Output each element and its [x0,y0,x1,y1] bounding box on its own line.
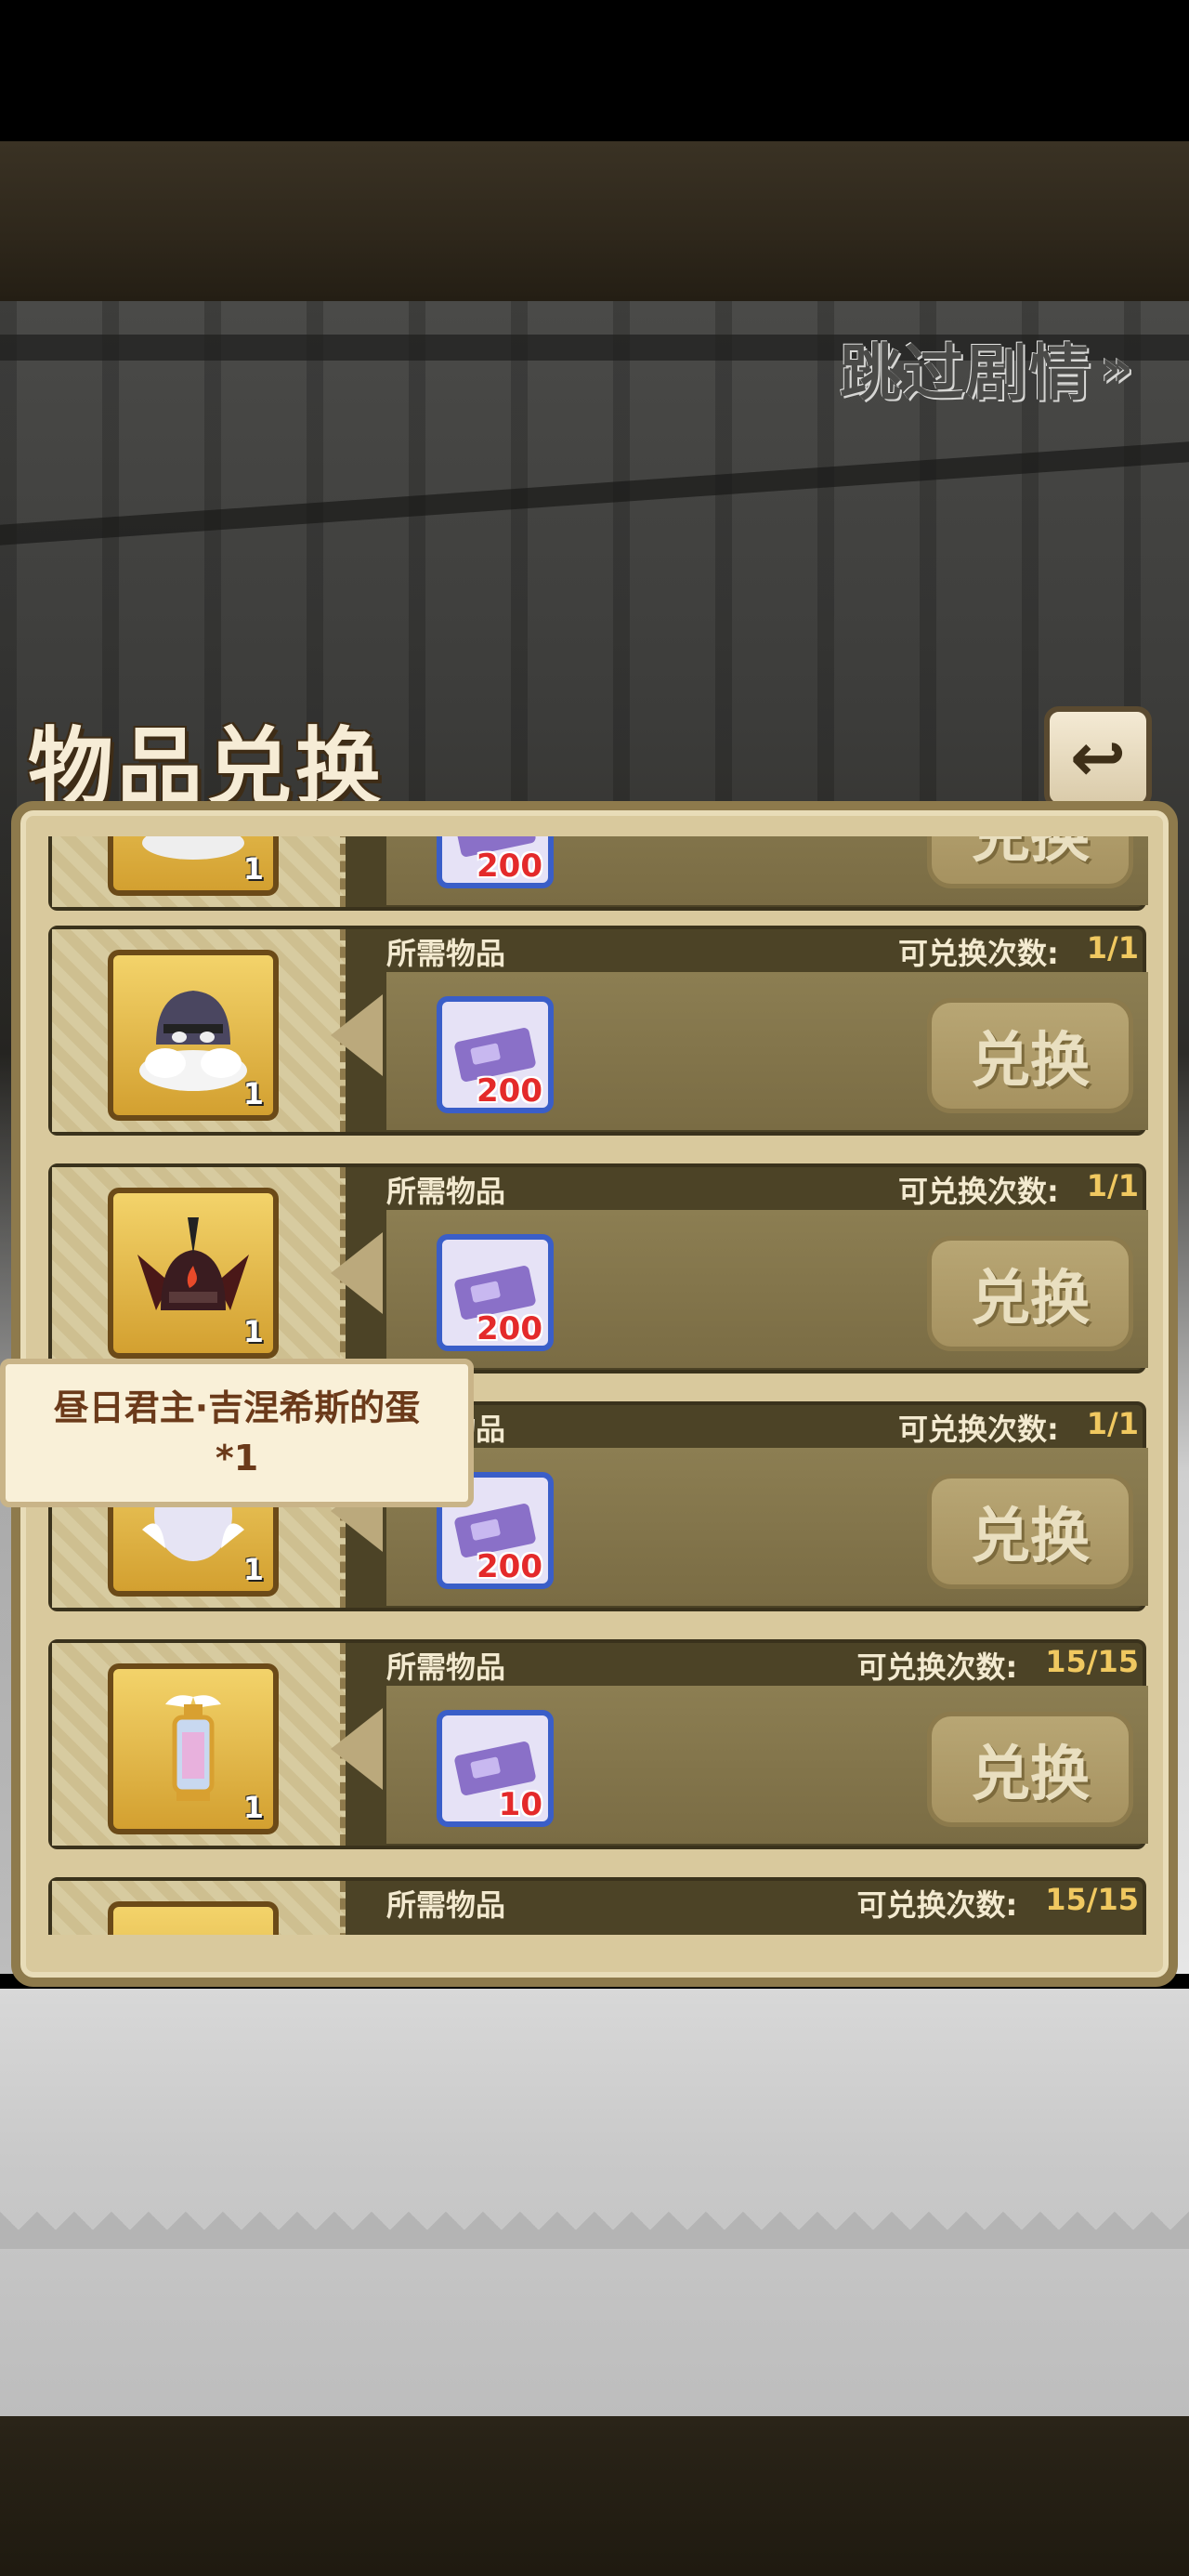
top-black-bar [0,0,1189,141]
cost-cell: 200 兑换 [386,1448,1148,1606]
times-value: 15/15 [1045,1644,1139,1679]
bottom-parchment-strip [0,2416,1189,2576]
exchange-button[interactable]: 兑换 [927,836,1133,888]
item-count: 1 [242,851,264,887]
hood-egg-icon [142,836,244,860]
times-label: 可兑换次数: [856,1887,1018,1923]
arrow-left-icon [331,1708,383,1790]
item-cell: 1 [52,1167,346,1370]
exchange-button[interactable]: 兑换 [927,1236,1133,1351]
item-tooltip: 昼日君主·吉涅希斯的蛋 *1 [0,1359,474,1507]
item-cell: 1 [52,836,346,907]
times-label: 可兑换次数: [897,1412,1059,1447]
back-button[interactable]: ↩ [1044,706,1152,808]
arrow-left-icon [331,994,383,1076]
required-items-label: 所需物品 [386,1887,506,1923]
item-slot[interactable] [108,1901,279,1935]
item-slot[interactable]: 1 [108,950,279,1121]
times-value: 1/1 [1086,930,1139,966]
hooded-cloud-icon [139,991,247,1091]
exchange-button[interactable]: 兑换 [927,1474,1133,1589]
exchange-row: 1 200 兑换 [48,836,1148,911]
row-header: 所需物品 可兑换次数: 15/15 [386,1644,1148,1686]
exchange-button[interactable]: 兑换 [927,1712,1133,1827]
times-value: 15/15 [1045,1882,1139,1917]
required-items-label: 所需物品 [386,1649,506,1685]
cost-cell: 200 兑换 [386,972,1148,1130]
times-value: 1/1 [1086,1168,1139,1203]
row-header: 所需物品 可兑换次数: 1/1 [386,1406,1148,1448]
cost-cell: 10 兑换 [386,1686,1148,1844]
item-cell: 1 [52,1643,346,1846]
item-slot[interactable]: 1 [108,836,279,896]
item-cell: 1 [52,929,346,1132]
skip-story-button[interactable]: 跳过剧情 » [840,331,1136,409]
required-items-label: 所需物品 [386,936,506,971]
return-arrow-icon: ↩ [1069,718,1127,796]
item-slot[interactable]: 1 [108,1188,279,1359]
ticket-slot[interactable]: 10 [437,1710,554,1827]
times-value: 1/1 [1086,1406,1139,1441]
exchange-row: 1 所需物品 可兑换次数: 15/15 10 兑换 [48,1639,1148,1849]
cost-amount: 200 [477,1310,542,1347]
item-count: 1 [242,1790,264,1825]
item-slot[interactable]: 1 [108,1663,279,1834]
exchange-row: 1 所需物品 可兑换次数: 1/1 200 兑换 [48,1163,1148,1373]
required-items-label: 所需物品 [386,1174,506,1209]
times-label: 可兑换次数: [897,1174,1059,1209]
item-cell [52,1881,346,1935]
item-count: 1 [242,1552,264,1587]
tooltip-item-name: 昼日君主·吉涅希斯的蛋 [53,1387,421,1428]
double-chevron-icon: » [1100,337,1136,399]
background-zigzag [0,2212,1189,2249]
item-count: 1 [242,1314,264,1349]
times-label: 可兑换次数: [856,1649,1018,1685]
cost-amount: 200 [477,1548,542,1585]
row-header: 所需物品 可兑换次数: 1/1 [386,930,1148,972]
background-floor [0,1989,1189,2416]
cost-amount: 200 [477,1072,542,1110]
exchange-button[interactable]: 兑换 [927,998,1133,1113]
row-header: 所需物品 可兑换次数: 15/15 [386,1882,1148,1924]
row-header: 所需物品 可兑换次数: 1/1 [386,1168,1148,1210]
tooltip-item-quantity: *1 [215,1438,259,1479]
demon-helm-icon [137,1217,249,1310]
skip-story-label: 跳过剧情 [840,337,1092,409]
winged-lantern-icon [165,1695,221,1801]
ticket-slot[interactable]: 200 [437,996,554,1113]
exchange-row: 1 所需物品 可兑换次数: 1/1 200 兑换 [48,926,1148,1136]
top-parchment-strip [0,141,1189,301]
times-label: 可兑换次数: [897,936,1059,971]
ticket-slot[interactable]: 200 [437,1234,554,1351]
item-count: 1 [242,1076,264,1111]
cost-amount: 10 [498,1786,542,1823]
cost-amount: 200 [477,848,542,885]
cost-cell: 200 兑换 [386,836,1148,905]
ticket-slot[interactable]: 200 [437,836,554,888]
arrow-left-icon [331,1232,383,1314]
cost-cell: 200 兑换 [386,1210,1148,1368]
exchange-row: 所需物品 可兑换次数: 15/15 [48,1877,1146,1935]
